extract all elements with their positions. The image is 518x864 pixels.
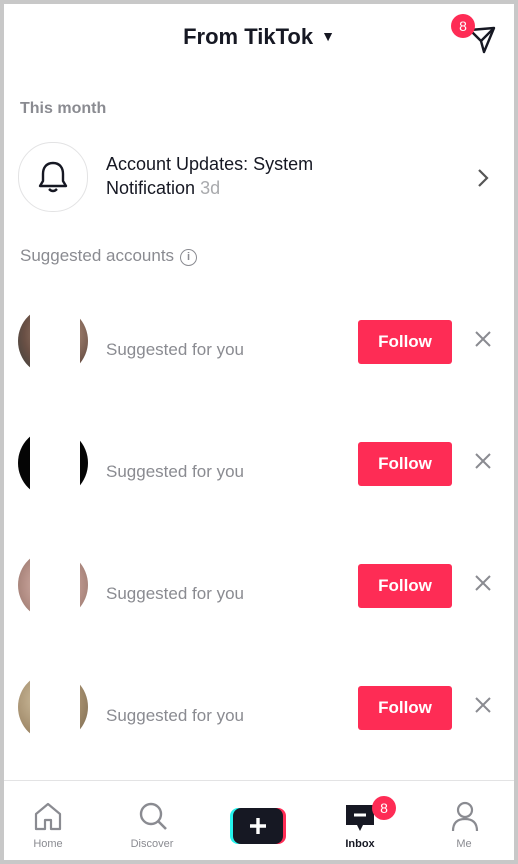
nav-divider (4, 780, 514, 781)
redacted-username (104, 302, 324, 322)
redacted-username (104, 424, 324, 444)
follow-button[interactable]: Follow (358, 686, 452, 730)
close-icon[interactable] (474, 696, 492, 714)
header-title-dropdown[interactable]: From TikTok ▼ (4, 24, 514, 50)
follow-button[interactable]: Follow (358, 564, 452, 608)
close-icon[interactable] (474, 452, 492, 470)
follow-button[interactable]: Follow (358, 320, 452, 364)
close-icon[interactable] (474, 574, 492, 592)
account-subtitle: Suggested for you (106, 462, 244, 481)
caret-down-icon: ▼ (321, 28, 335, 44)
account-subtitle: Suggested for you (106, 706, 244, 725)
redaction-mask (30, 412, 80, 512)
nav-discover[interactable]: Discover (102, 782, 202, 860)
suggested-account-row[interactable]: Suggested for you Follow (4, 534, 514, 634)
screen: From TikTok ▼ 8 This month Account Update… (4, 4, 514, 860)
system-notification-row[interactable]: Account Updates: System Notification 3d (4, 132, 514, 222)
chevron-right-icon (478, 169, 489, 187)
redaction-mask (30, 290, 80, 390)
inbox-badge: 8 (372, 796, 396, 820)
notification-time: 3d (200, 178, 221, 198)
account-subtitle: Suggested for you (106, 340, 244, 359)
suggested-account-row[interactable]: Suggested for you Follow (4, 290, 514, 390)
header: From TikTok ▼ 8 (4, 4, 514, 74)
nav-create[interactable] (202, 782, 302, 860)
close-icon[interactable] (474, 330, 492, 348)
redaction-mask (30, 534, 80, 634)
nav-home[interactable]: Home (4, 782, 98, 860)
redaction-mask (30, 656, 80, 756)
send-badge: 8 (451, 14, 475, 38)
nav-me-label: Me (456, 838, 472, 850)
page-title: From TikTok (183, 24, 314, 49)
nav-discover-label: Discover (130, 838, 174, 850)
nav-inbox[interactable]: 8 Inbox (310, 782, 410, 860)
redacted-username (104, 668, 324, 688)
notification-title-bold: Account Updates: (106, 154, 249, 174)
section-this-month: This month (20, 100, 107, 117)
section-suggested-accounts: Suggested accounts i (20, 246, 198, 266)
account-subtitle: Suggested for you (106, 584, 244, 603)
section-suggested-label: Suggested accounts (20, 246, 175, 265)
bell-icon (38, 161, 68, 193)
profile-icon (451, 801, 479, 832)
nav-me[interactable]: Me (414, 782, 514, 860)
suggested-account-row[interactable]: Suggested for you Follow (4, 656, 514, 756)
follow-button[interactable]: Follow (358, 442, 452, 486)
notification-title: Account Updates: System (106, 154, 313, 175)
nav-inbox-label: Inbox (345, 838, 375, 850)
avatar (18, 142, 88, 212)
nav-home-label: Home (33, 838, 63, 850)
notification-title-rest: System (248, 154, 314, 174)
search-icon (139, 802, 167, 830)
suggested-account-row[interactable]: Suggested for you Follow (4, 412, 514, 512)
info-icon[interactable]: i (180, 249, 198, 266)
home-icon (34, 802, 62, 831)
notification-subtitle-text: Notification (106, 178, 196, 198)
plus-icon (230, 808, 286, 844)
bottom-nav: Home Discover 8 Inbox Me (4, 782, 514, 860)
notification-subtitle: Notification 3d (106, 178, 220, 199)
redacted-username (104, 546, 324, 566)
